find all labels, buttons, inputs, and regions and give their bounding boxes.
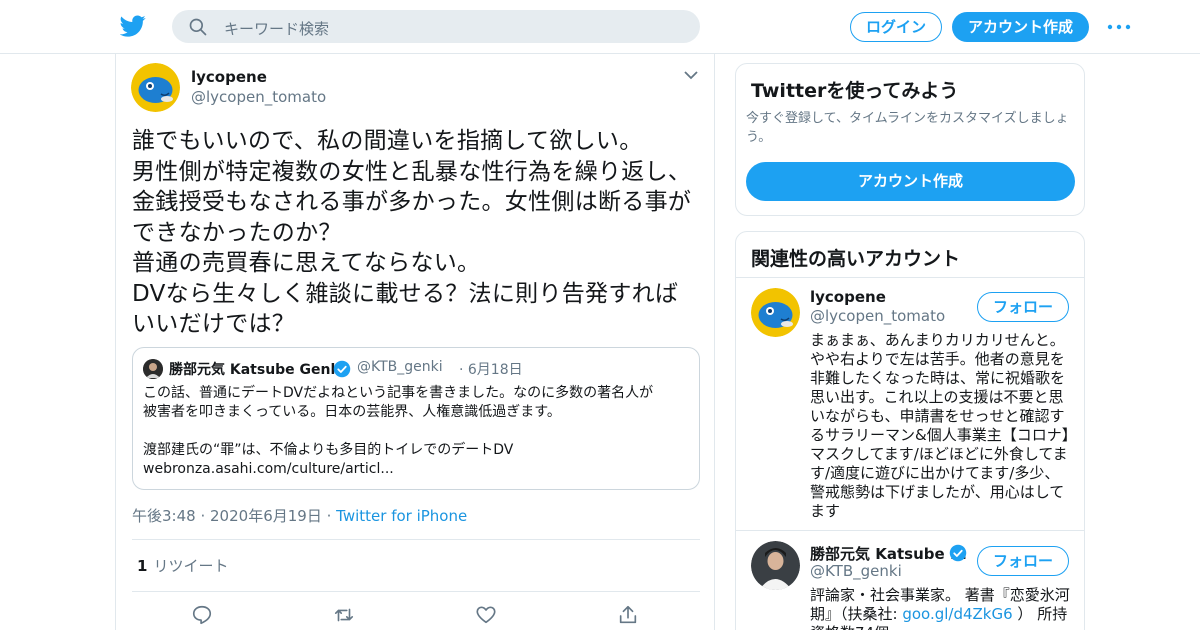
tweet-text: 誰でもいいので、私の間違いを指摘して欲しい。 男性側が特定複数の女性と乱暴な性行…: [132, 128, 692, 337]
share-icon[interactable]: [617, 604, 639, 626]
retweet-icon[interactable]: [333, 604, 355, 626]
signup-button[interactable]: アカウント作成: [952, 12, 1089, 42]
verified-badge-icon: [333, 360, 351, 378]
more-icon[interactable]: [1107, 24, 1131, 30]
search-input[interactable]: キーワード検索: [224, 18, 329, 39]
chevron-down-icon[interactable]: [684, 70, 698, 80]
account-bio: まぁまぁ、あんまりカリカリせんと。やや右よりで左は苦手。他者の意見を非難したくな…: [810, 331, 1070, 520]
bio-link[interactable]: goo.gl/d4ZkG6: [902, 605, 1012, 623]
account-handle[interactable]: @lycopen_tomato: [810, 307, 945, 325]
login-button[interactable]: ログイン: [850, 12, 942, 42]
search-icon: [189, 18, 207, 36]
account-handle[interactable]: @KTB_genki: [810, 562, 902, 580]
quoted-author-name: 勝部元気 Katsube Genki: [169, 362, 345, 378]
quoted-text: この話、普通にデートDVだよねという記事を書きました。なのに多数の著名人が 被害…: [143, 385, 654, 477]
tweet-meta: 午後3:48 · 2020年6月19日 · Twitter for iPhone: [132, 505, 467, 526]
avatar[interactable]: [751, 288, 800, 337]
signup-card: Twitterを使ってみよう 今すぐ登録して、タイムラインをカスタマイズしましょ…: [735, 63, 1085, 216]
verified-badge-icon: [949, 544, 967, 562]
top-bar: キーワード検索 ログイン アカウント作成: [0, 0, 1200, 54]
account-bio: 評論家・社会事業家。 著書『恋愛氷河期』（扶桑社: goo.gl/d4ZkG6 …: [810, 586, 1072, 630]
follow-button[interactable]: フォロー: [977, 546, 1069, 576]
quoted-author-handle: @KTB_genki: [357, 359, 443, 375]
author-handle[interactable]: @lycopen_tomato: [191, 88, 326, 106]
tweet-date[interactable]: 2020年6月19日: [210, 507, 322, 525]
signup-card-subtitle: 今すぐ登録して、タイムラインをカスタマイズしましょう。: [746, 111, 1069, 145]
divider: [736, 530, 1084, 531]
search-box[interactable]: キーワード検索: [172, 10, 700, 43]
related-accounts-title: 関連性の高いアカウント: [751, 248, 961, 270]
author-name[interactable]: lycopene: [191, 68, 267, 86]
follow-button[interactable]: フォロー: [977, 292, 1069, 322]
retweet-label: リツイート: [153, 557, 229, 575]
divider: [132, 591, 700, 592]
divider: [736, 277, 1084, 278]
retweet-count: 1: [137, 557, 148, 575]
avatar[interactable]: [131, 63, 180, 112]
divider: [132, 539, 700, 540]
tweet-source-link[interactable]: Twitter for iPhone: [336, 507, 467, 525]
meta-separator: ·: [200, 507, 211, 525]
signup-card-title: Twitterを使ってみよう: [751, 80, 959, 102]
tweet-column: lycopene @lycopen_tomato 誰でもいいので、私の間違いを指…: [115, 54, 715, 630]
related-accounts-card: 関連性の高いアカウント lycopene @lycopen_tomato フォロ…: [735, 231, 1085, 630]
retweet-stats[interactable]: 1 リツイート: [137, 555, 228, 576]
tweet-time[interactable]: 午後3:48: [132, 507, 196, 525]
avatar[interactable]: [751, 541, 800, 590]
quoted-avatar: [143, 359, 163, 379]
quoted-date: · 6月18日: [459, 362, 523, 378]
quoted-tweet[interactable]: 勝部元気 Katsube Genki @KTB_genki · 6月18日 この…: [132, 347, 700, 490]
meta-separator: ·: [326, 507, 337, 525]
account-name[interactable]: lycopene: [810, 288, 886, 306]
signup-card-button[interactable]: アカウント作成: [746, 162, 1075, 201]
twitter-logo-icon[interactable]: [120, 13, 146, 39]
account-name[interactable]: 勝部元気 Katsube ...: [810, 543, 967, 564]
like-heart-icon[interactable]: [475, 604, 497, 626]
reply-icon[interactable]: [191, 604, 213, 626]
